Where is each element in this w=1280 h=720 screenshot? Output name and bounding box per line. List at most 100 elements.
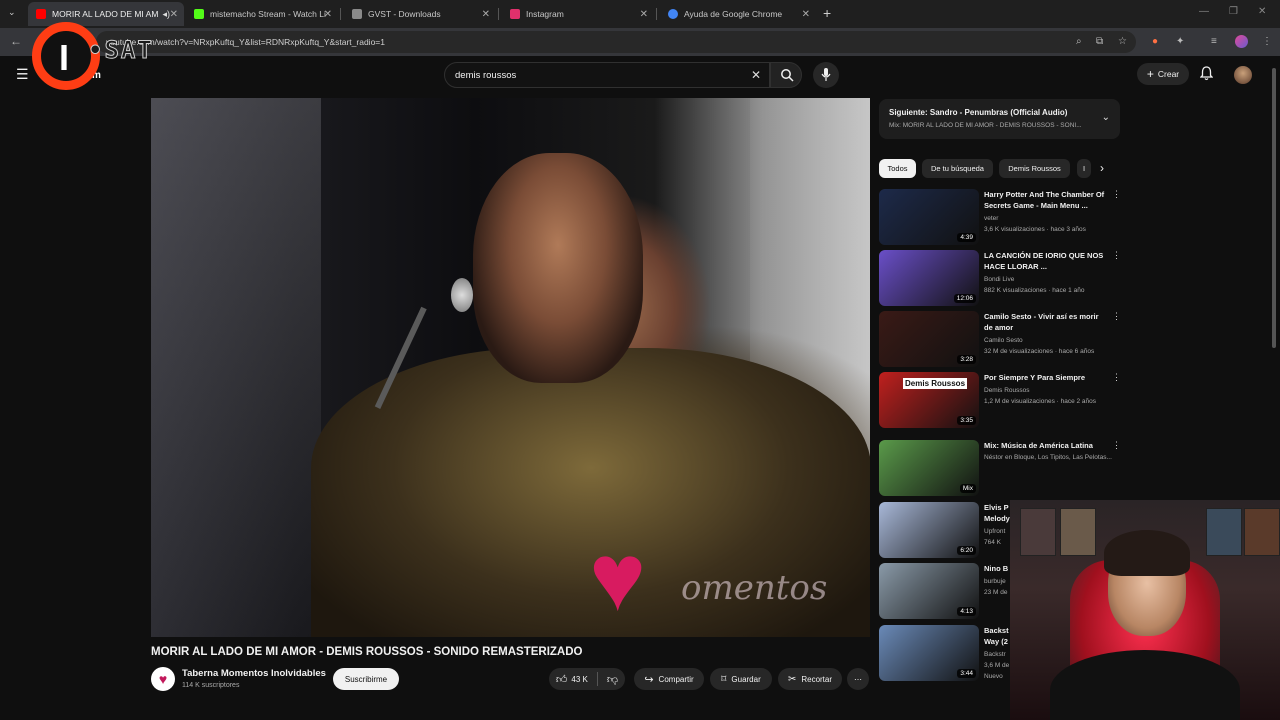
kick-favicon-icon: [194, 9, 204, 19]
streamer-shirt: [1050, 650, 1240, 720]
recommendation-channel[interactable]: Upfront: [984, 528, 1005, 535]
install-app-icon[interactable]: ⧉: [1096, 36, 1103, 47]
account-avatar[interactable]: [1234, 66, 1252, 84]
video-thumbnail[interactable]: 6:20: [879, 502, 979, 558]
window-close-icon[interactable]: ✕: [1258, 6, 1266, 17]
browser-tab-gvst[interactable]: GVST - Downloads ✕: [344, 2, 496, 26]
maximize-icon[interactable]: ❐: [1229, 6, 1238, 17]
video-thumbnail[interactable]: 3:28: [879, 311, 979, 367]
recommendation-item[interactable]: 12:06 LA CANCIÓN DE IORIO QUE NOS HACE L…: [879, 250, 1121, 308]
browser-tab-youtube[interactable]: MORIR AL LADO DE MI AM ◂) ✕: [28, 2, 184, 26]
recommendation-item[interactable]: Mix Mix: Música de América Latina Néstor…: [879, 440, 1121, 498]
recommendation-title[interactable]: Camilo Sesto - Vivir así es morir de amo…: [984, 311, 1108, 333]
tab-search-list-icon[interactable]: ≡: [1211, 36, 1217, 47]
hamburger-menu-icon[interactable]: ☰: [16, 66, 29, 83]
playlist-up-next-panel[interactable]: Siguiente: Sandro - Penumbras (Official …: [879, 99, 1120, 139]
recommendation-channel[interactable]: Camilo Sesto: [984, 337, 1023, 344]
close-tab-icon[interactable]: ✕: [640, 9, 648, 20]
share-button[interactable]: ↪ Compartir: [634, 668, 704, 690]
create-button[interactable]: + Crear: [1137, 63, 1189, 85]
recommendation-channel[interactable]: Néstor en Bloque, Los Tipitos, Las Pelot…: [984, 454, 1112, 461]
more-vertical-icon[interactable]: ⋮: [1112, 311, 1121, 322]
wall-poster: [1020, 508, 1056, 556]
heart-watermark-icon: ♥: [589, 524, 646, 631]
microphone-icon: [821, 68, 831, 81]
close-tab-icon[interactable]: ✕: [170, 9, 178, 20]
chevron-right-icon[interactable]: ›: [1100, 161, 1104, 175]
recommendation-title[interactable]: Mix: Música de América Latina: [984, 440, 1108, 451]
recommendation-item[interactable]: Demis Roussos 3:35 Por Siempre Y Para Si…: [879, 372, 1121, 430]
search-button[interactable]: [770, 62, 802, 88]
recommendation-item[interactable]: 4:39 Harry Potter And The Chamber Of Sec…: [879, 189, 1121, 247]
clip-button[interactable]: ✂ Recortar: [778, 668, 842, 690]
video-thumbnail[interactable]: 12:06: [879, 250, 979, 306]
search-query-text[interactable]: demis roussos: [455, 70, 516, 81]
more-vertical-icon[interactable]: ⋮: [1112, 189, 1121, 200]
share-label: Compartir: [658, 674, 694, 684]
recommendation-item[interactable]: 3:28 Camilo Sesto - Vivir así es morir d…: [879, 311, 1121, 369]
browser-tab-strip: ⌄ MORIR AL LADO DE MI AM ◂) ✕ mistemacho…: [0, 0, 1280, 28]
bookmark-star-icon[interactable]: ☆: [1118, 36, 1127, 47]
chip-de-tu-busqueda[interactable]: De tu búsqueda: [922, 159, 993, 178]
video-thumbnail[interactable]: Mix: [879, 440, 979, 496]
more-vertical-icon[interactable]: ⋮: [1112, 372, 1121, 383]
recommendation-title[interactable]: LA CANCIÓN DE IORIO QUE NOS HACE LLORAR …: [984, 250, 1108, 272]
extensions-puzzle-icon[interactable]: ✦: [1176, 36, 1184, 47]
new-tab-icon[interactable]: +: [823, 5, 831, 21]
back-arrow-icon[interactable]: ←: [10, 34, 22, 48]
video-thumbnail[interactable]: Demis Roussos 3:35: [879, 372, 979, 428]
video-thumbnail[interactable]: 3:44: [879, 625, 979, 681]
overlay-logo-letter: I: [59, 37, 70, 78]
recommendation-title[interactable]: Por Siempre Y Para Siempre: [984, 372, 1108, 383]
duration-badge: 12:06: [953, 294, 976, 303]
save-button[interactable]: ⌑ Guardar: [710, 668, 772, 690]
recommendation-channel[interactable]: Backstr: [984, 651, 1006, 658]
recommendation-meta: 3,6 K visualizaciones · hace 3 años: [984, 226, 1086, 233]
minimize-icon[interactable]: —: [1199, 6, 1209, 17]
clear-search-icon[interactable]: ✕: [751, 68, 761, 82]
profile-avatar[interactable]: [1235, 35, 1248, 48]
video-thumbnail[interactable]: 4:39: [879, 189, 979, 245]
recommendation-title[interactable]: Harry Potter And The Chamber Of Secrets …: [984, 189, 1108, 211]
thumbs-down-icon[interactable]: 👎︎: [607, 673, 618, 686]
like-button[interactable]: 👍︎ 43 K: [556, 673, 588, 686]
more-vertical-icon[interactable]: ⋮: [1112, 440, 1121, 451]
recommendation-channel[interactable]: veter: [984, 215, 998, 222]
chip-demis-roussos[interactable]: Demis Roussos: [999, 159, 1070, 178]
chip-partial[interactable]: I: [1077, 159, 1091, 178]
zoom-icon[interactable]: ⌕: [1076, 36, 1082, 47]
browser-tab-chrome-help[interactable]: Ayuda de Google Chrome ✕: [660, 2, 816, 26]
extension-icon[interactable]: ●: [1152, 36, 1158, 47]
close-tab-icon[interactable]: ✕: [324, 9, 332, 20]
voice-search-button[interactable]: [813, 62, 839, 88]
search-input[interactable]: demis roussos ✕: [444, 62, 770, 88]
recommendation-meta: 3,6 M de: [984, 662, 1010, 669]
channel-avatar[interactable]: ♥: [151, 667, 175, 691]
recommendation-meta: 23 M de: [984, 589, 1008, 596]
video-player[interactable]: ♥ omentos: [151, 98, 870, 637]
browser-tab-kick[interactable]: mistemacho Stream - Watch Li ✕: [186, 2, 338, 26]
page-scrollbar[interactable]: [1272, 68, 1276, 348]
singer-head: [473, 153, 643, 383]
close-tab-icon[interactable]: ✕: [802, 9, 810, 20]
more-actions-button[interactable]: ⋯: [847, 668, 869, 690]
recommendation-channel[interactable]: Bondi Live: [984, 276, 1014, 283]
address-bar[interactable]: youtube.com/watch?v=NRxpKuftq_Y&list=RDN…: [96, 31, 1136, 53]
duration-badge: 3:44: [957, 669, 976, 678]
video-thumbnail[interactable]: 4:13: [879, 563, 979, 619]
browser-tab-instagram[interactable]: Instagram ✕: [502, 2, 654, 26]
close-tab-icon[interactable]: ✕: [482, 9, 490, 20]
recommendation-channel[interactable]: burbuje: [984, 578, 1006, 585]
more-vertical-icon[interactable]: ⋮: [1112, 250, 1121, 261]
chevron-down-icon[interactable]: ⌄: [1102, 112, 1110, 123]
chrome-menu-icon[interactable]: ⋮: [1262, 36, 1272, 47]
tab-label: Ayuda de Google Chrome: [684, 9, 783, 19]
notifications-bell-icon[interactable]: [1200, 66, 1213, 81]
subscribe-button[interactable]: Suscribirme: [333, 668, 399, 690]
search-icon: [781, 69, 794, 82]
chip-todos[interactable]: Todos: [879, 159, 916, 178]
recommendation-channel[interactable]: Demis Roussos: [984, 387, 1030, 394]
channel-name[interactable]: Taberna Momentos Inolvidables: [182, 668, 326, 679]
wall-poster: [1244, 508, 1280, 556]
tab-search-icon[interactable]: ⌄: [8, 7, 16, 18]
